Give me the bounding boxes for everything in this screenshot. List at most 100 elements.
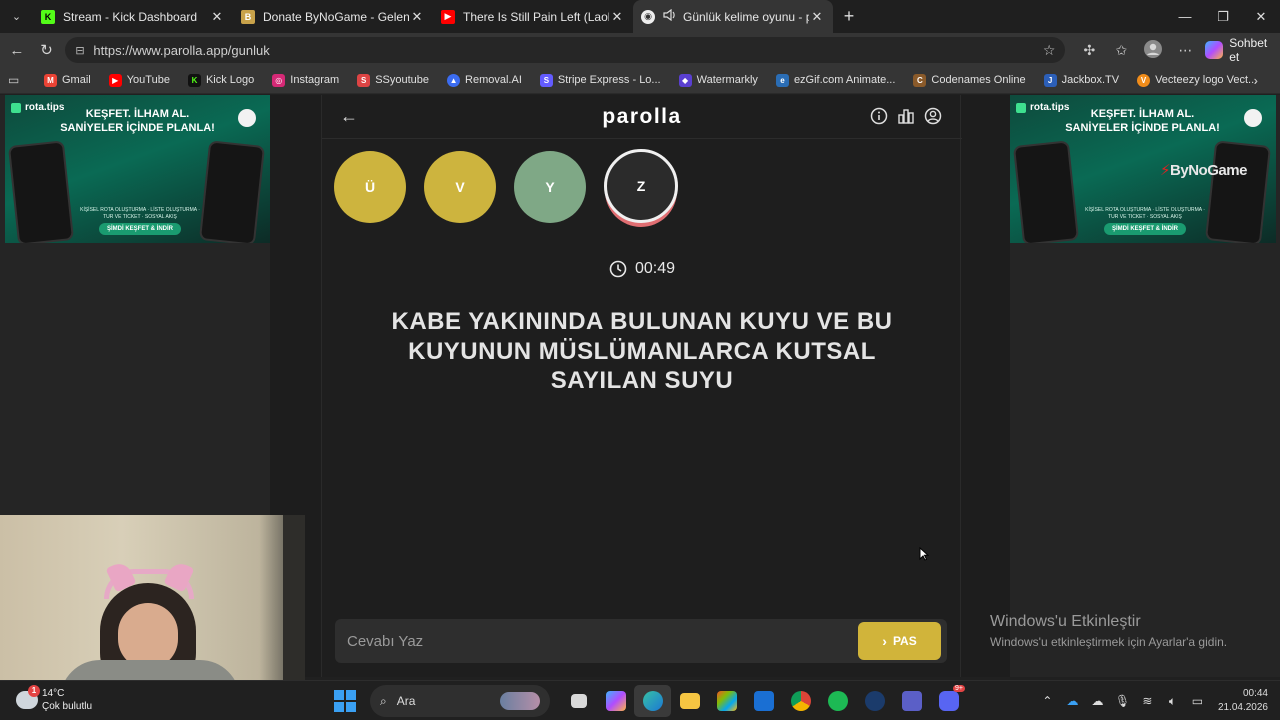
timer: 00:49	[322, 260, 962, 278]
mail-icon[interactable]	[745, 685, 782, 717]
ad-banner-right[interactable]: rota.tips KEŞFET. İLHAM AL. SANİYELER İÇİ…	[1010, 95, 1276, 243]
clock-icon	[609, 260, 627, 278]
wifi-icon[interactable]: ≋	[1135, 694, 1160, 708]
kick-icon: K	[187, 73, 201, 87]
bookmark-kick-logo[interactable]: K Kick Logo	[187, 73, 254, 87]
timer-value: 00:49	[634, 260, 676, 277]
address-bar: ← ↻ ⊟ https://www.parolla.app/gunluk ☆ ✣…	[0, 33, 1280, 67]
bookmark-removal-ai[interactable]: ▲ Removal.AI	[447, 73, 522, 87]
bookmark-vecteezy[interactable]: V Vecteezy logo Vect...	[1137, 73, 1257, 87]
bookmark-watermarkly[interactable]: ◆ Watermarkly	[678, 73, 758, 87]
favorites-icon[interactable]: ✩	[1105, 42, 1137, 59]
ad-dot	[1244, 109, 1262, 127]
ad-phone-image	[198, 140, 266, 243]
bookmark-instagram[interactable]: ◎ Instagram	[272, 73, 339, 87]
search-label: Ara	[396, 694, 416, 708]
windows-activation-notice: Windows'u Etkinleştir Windows'u etkinleş…	[990, 613, 1227, 649]
copilot-app-icon[interactable]	[597, 685, 634, 717]
close-tab-icon[interactable]: ✕	[409, 9, 425, 25]
tab-kick-dashboard[interactable]: K Stream - Kick Dashboard ✕	[33, 0, 233, 33]
tab-actions-menu[interactable]: ⌄	[0, 0, 33, 33]
discord-icon[interactable]: 9+	[930, 685, 967, 717]
teams-icon[interactable]	[893, 685, 930, 717]
new-tab-button[interactable]: +	[833, 0, 865, 33]
tab-youtube-song[interactable]: ▶ There Is Still Pain Left (Laolu Remix)…	[433, 0, 633, 33]
ad-cta-button[interactable]: ŞİMDİ KEŞFET & İNDİR	[99, 223, 181, 235]
spotify-icon[interactable]	[819, 685, 856, 717]
bookmark-youtube[interactable]: ▶ YouTube	[108, 73, 170, 87]
profile-avatar[interactable]	[1137, 39, 1169, 61]
chevron-right-icon[interactable]: ›	[1254, 73, 1258, 88]
letter-progress: Ü V Y Z	[334, 149, 696, 223]
bookmark-label: Codenames Online	[931, 74, 1026, 86]
watermarkly-icon: ◆	[678, 73, 692, 87]
onedrive-icon[interactable]: ☁	[1060, 694, 1085, 708]
minimize-icon[interactable]: —	[1166, 0, 1204, 33]
microphone-icon[interactable]: 🎙︎	[1110, 694, 1135, 708]
chevron-up-icon[interactable]: ⌃	[1035, 694, 1060, 708]
tab-donate-bynogame[interactable]: B Donate ByNoGame - Gelen/Giden ✕	[233, 0, 433, 33]
refresh-icon[interactable]: ↻	[32, 33, 62, 67]
tab-parolla[interactable]: ◉ Günlük kelime oyunu - parolla ✕	[633, 0, 833, 33]
file-explorer-icon[interactable]	[671, 685, 708, 717]
url-text: https://www.parolla.app/gunluk	[93, 42, 270, 58]
battery-icon[interactable]: ▭	[1185, 694, 1210, 708]
discord-badge: 9+	[953, 685, 965, 692]
parolla-icon: ◉	[641, 9, 655, 24]
edge-icon[interactable]	[634, 685, 671, 717]
speaker-icon[interactable]	[663, 8, 677, 24]
bookmark-ssyoutube[interactable]: S SSyoutube	[357, 73, 429, 87]
close-tab-icon[interactable]: ✕	[809, 9, 825, 25]
cloud-icon: 1	[16, 685, 40, 709]
windows-start-icon[interactable]	[334, 690, 356, 712]
store-icon[interactable]	[708, 685, 745, 717]
bookmark-ezgif[interactable]: e ezGif.com Animate...	[775, 73, 895, 87]
bookmarks-bar: ▭ M Gmail ▶ YouTube K Kick Logo ◎ Instagram …	[0, 67, 1280, 94]
reading-list-icon[interactable]: ▭	[8, 73, 30, 87]
ad-banner-left[interactable]: rota.tips KEŞFET. İLHAM AL. SANİYELER İÇİ…	[5, 95, 270, 243]
restore-icon[interactable]: ❐	[1204, 0, 1242, 33]
tab-title: There Is Still Pain Left (Laolu Remix)	[463, 9, 609, 24]
volume-icon[interactable]: 🔈︎	[1160, 694, 1185, 709]
chrome-icon[interactable]	[782, 685, 819, 717]
clock-date: 21.04.2026	[1217, 702, 1268, 713]
clock-time: 00:44	[1242, 688, 1268, 699]
jackbox-icon: J	[1043, 73, 1057, 87]
copilot-button[interactable]: Sohbet et	[1205, 36, 1280, 64]
bookmark-gmail[interactable]: M Gmail	[44, 73, 91, 87]
answer-input[interactable]	[347, 619, 847, 663]
letter-bubble-current: Z	[604, 149, 678, 223]
account-icon[interactable]	[919, 107, 946, 125]
more-options-icon[interactable]: ⋯	[1169, 42, 1201, 59]
answer-bar: › PAS	[335, 619, 947, 663]
bookmark-label: Removal.AI	[465, 74, 522, 86]
close-tab-icon[interactable]: ✕	[209, 9, 225, 25]
bookmark-jackbox[interactable]: J Jackbox.TV	[1043, 73, 1119, 87]
weather-widget[interactable]: 1 14°C Çok bulutlu	[16, 685, 92, 713]
tab-title: Donate ByNoGame - Gelen/Giden	[263, 9, 409, 24]
ad-cta-button[interactable]: ŞİMDİ KEŞFET & İNDİR	[1104, 223, 1186, 235]
task-view-icon[interactable]	[560, 685, 597, 717]
cloud-sync-icon[interactable]: ☁	[1085, 694, 1110, 708]
info-icon[interactable]	[865, 107, 892, 125]
mouse-cursor-icon	[919, 547, 929, 561]
stream-watermark: ⚡ByNoGame	[1160, 162, 1247, 179]
bookmark-codenames[interactable]: C Codenames Online	[913, 73, 1026, 87]
clock[interactable]: 00:44 21.04.2026	[1218, 687, 1268, 715]
url-field[interactable]: ⊟ https://www.parolla.app/gunluk ☆	[65, 37, 1066, 63]
favorite-star-icon[interactable]: ☆	[1043, 42, 1056, 59]
steam-icon[interactable]	[856, 685, 893, 717]
close-window-icon[interactable]: ✕	[1242, 0, 1280, 33]
copilot-icon	[1205, 41, 1224, 59]
pass-button[interactable]: › PAS	[858, 622, 941, 660]
temperature: 14°C	[42, 688, 65, 699]
bookmark-label: Stripe Express - Lo...	[557, 74, 661, 86]
site-info-icon[interactable]: ⊟	[75, 44, 93, 57]
system-tray: ⌃ ☁ ☁ 🎙︎ ≋ 🔈︎ ▭ 00:44 21.04.2026	[1035, 685, 1268, 717]
bookmark-stripe-express[interactable]: S Stripe Express - Lo...	[539, 73, 661, 87]
back-icon[interactable]: ←	[2, 33, 32, 67]
stats-icon[interactable]	[892, 107, 919, 125]
extensions-icon[interactable]: ✣	[1073, 42, 1105, 59]
close-tab-icon[interactable]: ✕	[609, 9, 625, 25]
taskbar-search[interactable]: ⌕ Ara	[370, 685, 550, 717]
